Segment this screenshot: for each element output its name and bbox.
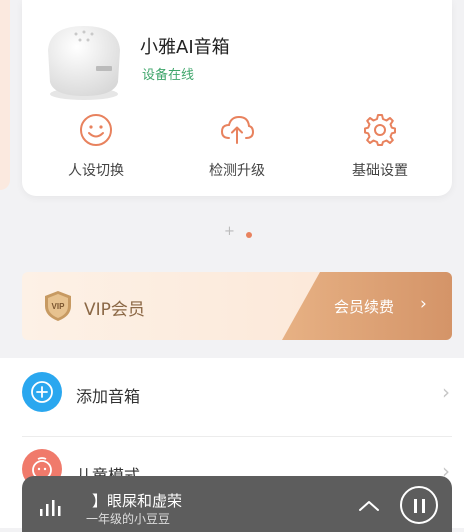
vip-shield-icon: VIP xyxy=(45,291,71,321)
add-speaker-label: 添加音箱 xyxy=(76,387,141,406)
cloud-upload-icon xyxy=(220,115,255,144)
vip-badge-text: VIP xyxy=(52,302,66,311)
check-update-label: 检测升级 xyxy=(209,163,265,179)
equalizer-icon xyxy=(40,500,61,516)
card-pager: + xyxy=(0,224,464,241)
check-update-button[interactable]: 检测升级 xyxy=(177,112,297,180)
now-playing-artist: 一年级的小豆豆 xyxy=(86,512,171,526)
speaker-image xyxy=(48,26,120,100)
chevron-right-icon: › xyxy=(442,380,450,404)
chevron-right-icon: › xyxy=(420,294,427,314)
list-item-add-speaker[interactable]: 添加音箱 › xyxy=(0,358,464,434)
persona-switch-label: 人设切换 xyxy=(68,163,124,179)
smile-icon xyxy=(80,114,112,146)
chevron-up-icon[interactable] xyxy=(358,500,380,512)
now-playing-title: 】眼屎和虚荣 xyxy=(92,492,183,510)
vip-renew-button[interactable]: 会员续费 › xyxy=(282,272,452,340)
persona-switch-button[interactable]: 人设切换 xyxy=(36,112,156,180)
gear-icon xyxy=(364,114,396,146)
device-name: 小雅AI音箱 xyxy=(140,37,230,58)
basic-settings-label: 基础设置 xyxy=(352,163,408,179)
device-card[interactable]: 小雅AI音箱 设备在线 人设切换 检测升级 基础设置 xyxy=(22,0,452,196)
pager-add-indicator: + xyxy=(224,224,235,239)
vip-renew-label: 会员续费 xyxy=(334,298,395,316)
basic-settings-button[interactable]: 基础设置 xyxy=(320,112,440,180)
previous-card-edge[interactable] xyxy=(0,0,10,190)
pause-button[interactable] xyxy=(400,486,438,524)
pager-active-dot xyxy=(246,232,252,238)
pause-icon xyxy=(414,499,417,513)
vip-banner[interactable]: VIP VIP会员 会员续费 › xyxy=(22,272,452,340)
vip-title: VIP会员 xyxy=(84,300,145,320)
device-status: 设备在线 xyxy=(142,68,195,83)
now-playing-bar[interactable]: 】眼屎和虚荣 一年级的小豆豆 xyxy=(22,476,452,532)
plus-circle-icon xyxy=(22,372,62,412)
